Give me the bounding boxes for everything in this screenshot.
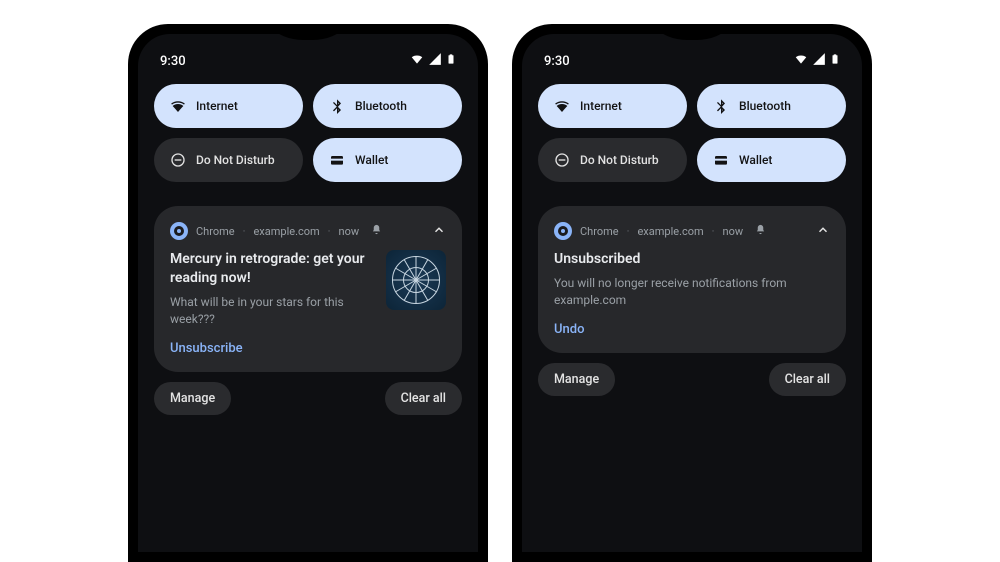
manage-button[interactable]: Manage [154,382,231,415]
notification-source: example.com [253,225,319,238]
chrome-icon [170,222,188,240]
notification-title: Unsubscribed [554,250,830,269]
wallet-icon [713,152,729,168]
status-time: 9:30 [160,54,186,69]
notification-app: Chrome [580,225,619,238]
status-icons [794,52,840,70]
phone-left: 9:30 Internet Bluetooth Do Not Disturb [128,24,488,562]
qs-wallet[interactable]: Wallet [697,138,846,182]
wifi-icon [794,52,808,70]
notification-body: Mercury in retrograde: get your reading … [170,250,446,356]
notification-subtitle: What will be in your stars for this week… [170,294,374,328]
notification-title: Mercury in retrograde: get your reading … [170,250,374,288]
qs-dnd[interactable]: Do Not Disturb [154,138,303,182]
phone-right: 9:30 Internet Bluetooth Do Not Disturb [512,24,872,562]
battery-icon [830,52,840,70]
qs-internet[interactable]: Internet [538,84,687,128]
notification-footer: Manage Clear all [154,382,462,415]
wifi-icon [410,52,424,70]
notification-footer: Manage Clear all [538,363,846,396]
chevron-up-icon[interactable] [432,223,446,240]
chevron-up-icon[interactable] [816,223,830,240]
dnd-icon [170,152,186,168]
qs-label: Bluetooth [739,99,791,113]
signal-icon [428,52,442,70]
notch [637,34,747,40]
notification-thumbnail [386,250,446,310]
screen: 9:30 Internet Bluetooth Do Not Disturb [522,34,862,552]
bluetooth-icon [713,98,729,114]
clear-all-button[interactable]: Clear all [385,382,462,415]
bluetooth-icon [329,98,345,114]
chrome-icon [554,222,572,240]
notch [253,34,363,40]
screen: 9:30 Internet Bluetooth Do Not Disturb [138,34,478,552]
notification-subtitle: You will no longer receive notifications… [554,275,830,309]
bell-icon [755,224,766,238]
qs-bluetooth[interactable]: Bluetooth [313,84,462,128]
status-icons [410,52,456,70]
status-bar: 9:30 [538,46,846,84]
wifi-icon [554,98,570,114]
qs-bluetooth[interactable]: Bluetooth [697,84,846,128]
qs-internet[interactable]: Internet [154,84,303,128]
notification-app: Chrome [196,225,235,238]
battery-icon [446,52,456,70]
manage-button[interactable]: Manage [538,363,615,396]
qs-wallet[interactable]: Wallet [313,138,462,182]
notification-source: example.com [637,225,703,238]
notification-when: now [723,225,744,238]
quick-settings: Internet Bluetooth Do Not Disturb Wallet [538,84,846,182]
status-bar: 9:30 [154,46,462,84]
wifi-icon [170,98,186,114]
qs-label: Bluetooth [355,99,407,113]
notification-card[interactable]: Chrome · example.com · now Unsubscribed … [538,206,846,353]
notification-card[interactable]: Chrome · example.com · now Mercury in re… [154,206,462,372]
notification-when: now [339,225,360,238]
qs-dnd[interactable]: Do Not Disturb [538,138,687,182]
undo-button[interactable]: Undo [554,322,830,337]
qs-label: Do Not Disturb [580,153,659,167]
unsubscribe-button[interactable]: Unsubscribe [170,341,374,356]
qs-label: Do Not Disturb [196,153,275,167]
status-time: 9:30 [544,54,570,69]
qs-label: Wallet [739,153,772,167]
clear-all-button[interactable]: Clear all [769,363,846,396]
qs-label: Wallet [355,153,388,167]
notification-header: Chrome · example.com · now [170,222,446,240]
wallet-icon [329,152,345,168]
qs-label: Internet [580,99,622,113]
bell-icon [371,224,382,238]
notification-body: Unsubscribed You will no longer receive … [554,250,830,337]
quick-settings: Internet Bluetooth Do Not Disturb Wallet [154,84,462,182]
dnd-icon [554,152,570,168]
qs-label: Internet [196,99,238,113]
signal-icon [812,52,826,70]
notification-header: Chrome · example.com · now [554,222,830,240]
